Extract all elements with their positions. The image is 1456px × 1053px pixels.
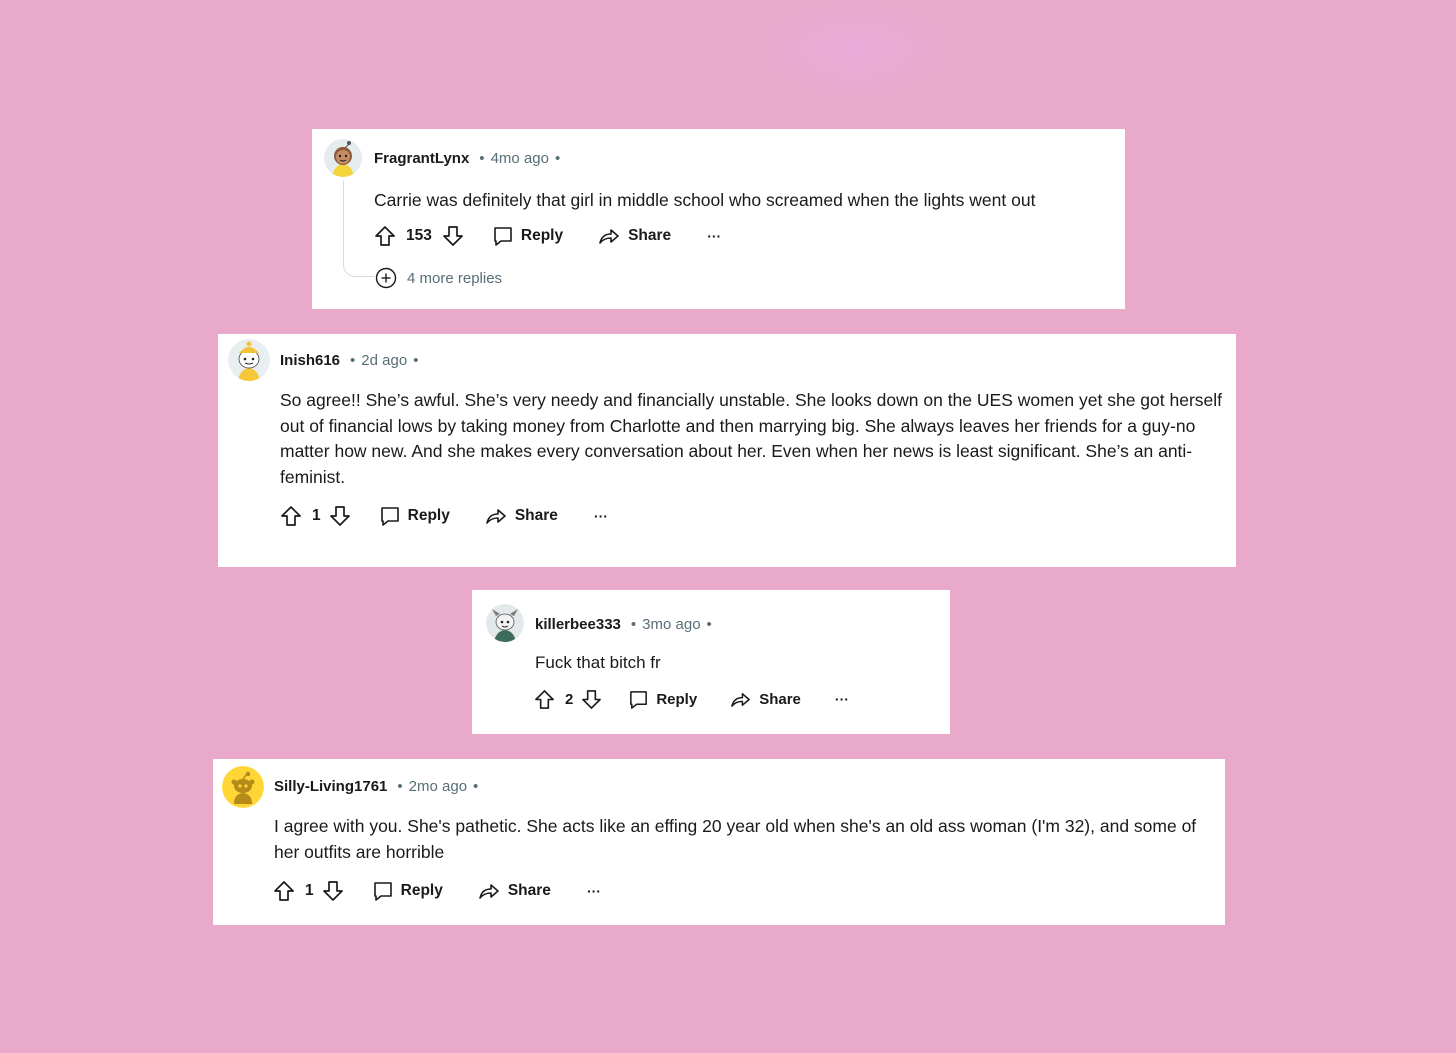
share-label: Share bbox=[514, 507, 558, 524]
default-snoo-avatar-icon[interactable] bbox=[222, 766, 264, 808]
share-label: Share bbox=[507, 882, 551, 899]
timestamp[interactable]: 3mo ago bbox=[642, 616, 700, 633]
comment-header: killerbee333 • 3mo ago • bbox=[535, 614, 712, 634]
comment-card: killerbee333 • 3mo ago • Fuck that bitch… bbox=[472, 590, 950, 734]
snoo-avatar-icon[interactable] bbox=[324, 139, 362, 177]
comment-bubble-icon bbox=[630, 690, 648, 709]
downvote-icon[interactable] bbox=[322, 880, 344, 902]
background-glow bbox=[760, 0, 950, 100]
timestamp[interactable]: 2d ago bbox=[361, 352, 407, 369]
separator-dot: • bbox=[473, 777, 479, 795]
username[interactable]: Inish616 bbox=[280, 352, 340, 369]
reply-button[interactable]: Reply bbox=[492, 225, 563, 247]
more-options-icon[interactable]: ··· bbox=[707, 228, 721, 244]
reply-button[interactable]: Reply bbox=[628, 689, 697, 710]
more-replies-label: 4 more replies bbox=[407, 269, 503, 287]
comment-card: FragrantLynx • 4mo ago • Carrie was defi… bbox=[312, 129, 1125, 309]
separator-dot: • bbox=[554, 149, 561, 167]
vote-count: 1 bbox=[305, 882, 314, 899]
thread-line bbox=[343, 181, 375, 277]
comment-text: So agree!! She’s awful. She’s very needy… bbox=[280, 390, 1223, 488]
separator-dot: • bbox=[397, 777, 403, 795]
separator-dot: • bbox=[479, 149, 485, 167]
reply-label: Reply bbox=[407, 507, 450, 524]
share-arrow-icon bbox=[479, 884, 499, 899]
share-arrow-icon bbox=[486, 509, 506, 524]
share-button[interactable]: Share bbox=[484, 505, 558, 527]
comment-header: Inish616 • 2d ago • bbox=[280, 350, 418, 370]
separator-dot: • bbox=[630, 615, 637, 633]
reply-label: Reply bbox=[520, 227, 564, 244]
separator-dot: • bbox=[350, 351, 356, 369]
comment-card: Silly-Living1761 • 2mo ago • I agree wit… bbox=[213, 759, 1225, 925]
more-options-icon[interactable]: ··· bbox=[835, 691, 849, 707]
separator-dot: • bbox=[413, 351, 419, 369]
username[interactable]: FragrantLynx bbox=[374, 150, 469, 167]
vote-count: 1 bbox=[312, 507, 321, 524]
username[interactable]: Silly-Living1761 bbox=[274, 778, 387, 795]
comment-text: I agree with you. She's pathetic. She ac… bbox=[274, 816, 1197, 862]
comment-header: FragrantLynx • 4mo ago • bbox=[374, 148, 560, 168]
downvote-icon[interactable] bbox=[581, 689, 602, 710]
action-bar: 2 Reply Share ··· bbox=[534, 688, 849, 710]
comment-card: Inish616 • 2d ago • So agree!! She’s awf… bbox=[218, 334, 1236, 567]
more-options-icon[interactable]: ··· bbox=[587, 883, 601, 899]
reply-label: Reply bbox=[400, 882, 443, 899]
share-arrow-icon bbox=[599, 229, 619, 244]
snoo-avatar-icon[interactable] bbox=[486, 604, 524, 642]
comment-text: Carrie was definitely that girl in middl… bbox=[374, 190, 1036, 210]
reply-label: Reply bbox=[656, 690, 698, 708]
reply-button[interactable]: Reply bbox=[372, 880, 443, 902]
plus-circle-icon bbox=[375, 267, 397, 289]
vote-count: 2 bbox=[565, 690, 574, 708]
share-button[interactable]: Share bbox=[597, 225, 671, 247]
action-bar: 1 Reply Share ··· bbox=[280, 505, 608, 527]
action-bar: 1 Reply Share ··· bbox=[273, 880, 601, 902]
share-label: Share bbox=[628, 227, 672, 244]
comment-text: Fuck that bitch fr bbox=[535, 653, 661, 672]
upvote-icon[interactable] bbox=[280, 505, 302, 527]
separator-dot: • bbox=[706, 615, 712, 633]
share-arrow-icon bbox=[731, 692, 751, 707]
vote-count: 153 bbox=[406, 227, 432, 244]
comment-bubble-icon bbox=[380, 507, 399, 526]
upvote-icon[interactable] bbox=[374, 225, 396, 247]
reply-button[interactable]: Reply bbox=[379, 505, 450, 527]
action-bar: 153 Reply Share ··· bbox=[374, 225, 721, 247]
timestamp[interactable]: 4mo ago bbox=[491, 150, 549, 167]
upvote-icon[interactable] bbox=[534, 689, 555, 710]
more-replies-link[interactable]: 4 more replies bbox=[375, 267, 502, 289]
comment-bubble-icon bbox=[373, 882, 392, 901]
share-label: Share bbox=[759, 690, 801, 708]
snoo-avatar-icon[interactable] bbox=[228, 339, 270, 381]
downvote-icon[interactable] bbox=[442, 225, 464, 247]
more-options-icon[interactable]: ··· bbox=[594, 508, 608, 524]
downvote-icon[interactable] bbox=[329, 505, 351, 527]
comment-header: Silly-Living1761 • 2mo ago • bbox=[274, 776, 478, 796]
username[interactable]: killerbee333 bbox=[535, 616, 621, 633]
timestamp[interactable]: 2mo ago bbox=[409, 778, 467, 795]
upvote-icon[interactable] bbox=[273, 880, 295, 902]
share-button[interactable]: Share bbox=[477, 880, 551, 902]
comment-bubble-icon bbox=[494, 227, 512, 246]
share-button[interactable]: Share bbox=[729, 689, 801, 710]
